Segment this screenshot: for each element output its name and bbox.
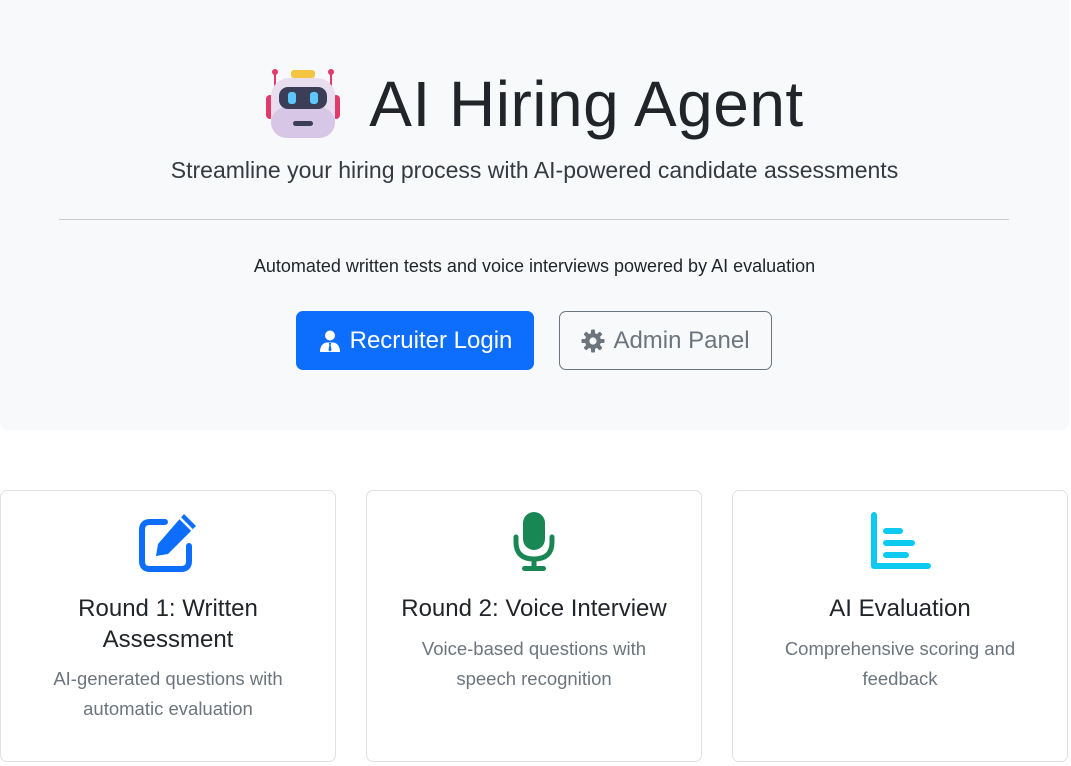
hero-section: AI Hiring Agent Streamline your hiring p… [0, 0, 1069, 430]
feature-title: Round 2: Voice Interview [401, 595, 667, 622]
page-title: AI Hiring Agent [369, 68, 804, 140]
recruiter-login-label: Recruiter Login [349, 326, 513, 354]
pen-to-square-icon [139, 514, 196, 572]
chart-bar-icon [871, 512, 931, 569]
feature-text: AI-generated questions with automatic ev… [53, 668, 283, 719]
feature-card-written-assessment: Round 1: Written Assessment AI-generated… [0, 490, 336, 762]
title-row: AI Hiring Agent [0, 62, 1069, 146]
microphone-icon [513, 512, 555, 571]
feature-text: Voice-based questions with speech recogn… [421, 638, 647, 689]
feature-title: AI Evaluation [829, 595, 971, 622]
admin-panel-label: Admin Panel [613, 326, 750, 354]
admin-panel-button[interactable]: Admin Panel [559, 311, 772, 370]
feature-title: Round 1: Written Assessment [78, 595, 258, 653]
gear-icon [581, 329, 605, 352]
user-tie-icon [319, 330, 340, 352]
tagline: Automated written tests and voice interv… [253, 256, 816, 276]
divider [59, 219, 1009, 220]
subtitle: Streamline your hiring process with AI-p… [170, 157, 899, 183]
recruiter-login-button[interactable]: Recruiter Login [296, 311, 534, 370]
feature-text: Comprehensive scoring and feedback [784, 638, 1016, 689]
feature-card-voice-interview: Round 2: Voice Interview Voice-based que… [366, 490, 702, 762]
robot-icon [266, 69, 341, 138]
feature-card-ai-evaluation: AI Evaluation Comprehensive scoring and … [732, 490, 1068, 762]
